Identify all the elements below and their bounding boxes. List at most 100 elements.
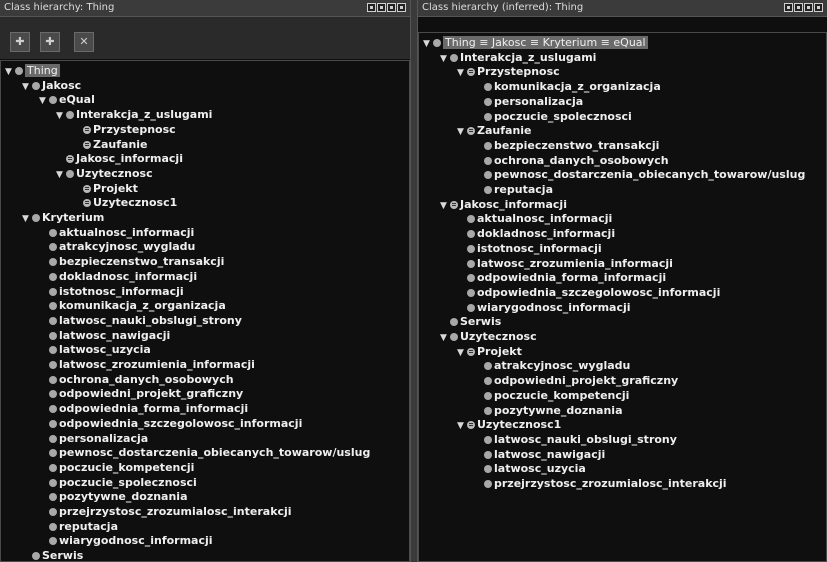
tree-node[interactable]: latwosc_nauki_obslugi_strony [39,313,242,328]
close-icon[interactable] [397,3,406,12]
tree-node[interactable]: ▼ Projekt [457,344,522,359]
tree-node[interactable]: latwosc_nawigacji [39,328,170,343]
tree-node[interactable]: pewnosc_dostarczenia_obiecanych_towarow/… [474,167,805,182]
tree-node[interactable]: latwosc_nawigacji [474,447,605,462]
tree-node[interactable]: przejrzystosc_zrozumialosc_interakcji [474,476,727,491]
tree-node[interactable]: Uzytecznosc1 [73,195,177,210]
expand-arrow-icon[interactable]: ▼ [457,125,467,140]
expand-arrow-icon[interactable]: ▼ [440,199,450,214]
tree-node[interactable]: bezpieczenstwo_transakcji [39,254,224,269]
class-label: odpowiednia_szczegolowosc_informacji [59,416,303,430]
tree-node[interactable]: Serwis [22,548,83,561]
float-icon[interactable] [377,3,386,12]
tree-node[interactable]: wiarygodnosc_informacji [39,533,213,548]
expand-arrow-icon[interactable]: ▼ [5,65,15,80]
expand-arrow-icon[interactable]: ▼ [440,331,450,346]
tree-node[interactable]: wiarygodnosc_informacji [457,300,631,315]
tree-node[interactable]: poczucie_kompetencji [39,460,194,475]
tree-node[interactable]: aktualnosc_informacji [39,225,194,240]
tree-node[interactable]: atrakcyjnosc_wygladu [39,239,195,254]
tree-node[interactable]: ▼ Przystepnosc [457,64,560,79]
expand-arrow-icon[interactable]: ▼ [22,212,32,227]
tree-node[interactable]: ▼ Kryterium [22,210,104,225]
tree-node[interactable]: ▼ Uzytecznosc [440,329,537,344]
maximize-icon[interactable] [804,3,813,12]
view-icon[interactable] [784,3,793,12]
tree-node[interactable]: personalizacja [474,94,583,109]
tree-node[interactable]: Przystepnosc [73,122,176,137]
class-label: reputacja [59,519,118,533]
tree-node[interactable]: bezpieczenstwo_transakcji [474,138,659,153]
panel-splitter[interactable] [410,0,418,562]
tree-node[interactable]: latwosc_zrozumienia_informacji [457,256,673,271]
tree-node[interactable]: latwosc_uzycia [39,342,151,357]
tree-node[interactable]: ochrona_danych_osobowych [474,153,669,168]
tree-node[interactable]: pewnosc_dostarczenia_obiecanych_towarow/… [39,445,370,460]
close-icon[interactable] [814,3,823,12]
tree-node[interactable]: ▼ Interakcja_z_uslugami [440,50,596,65]
tree-node[interactable]: aktualnosc_informacji [457,211,612,226]
tree-node[interactable]: odpowiednia_szczegolowosc_informacji [39,416,302,431]
tree-node[interactable]: ▼ Thing ≡ Jakosc ≡ Kryterium ≡ eQual [423,35,648,50]
maximize-icon[interactable] [387,3,396,12]
tree-node[interactable]: Zaufanie [73,137,148,152]
tree-node[interactable]: ▼ Thing [5,63,60,78]
tree-node[interactable]: dokladnosc_informacji [457,226,615,241]
tree-node[interactable]: Projekt [73,181,138,196]
tree-node[interactable]: latwosc_uzycia [474,461,586,476]
tree-node[interactable]: reputacja [39,519,118,534]
tree-node[interactable]: atrakcyjnosc_wygladu [474,358,630,373]
expand-arrow-icon[interactable]: ▼ [423,37,433,52]
class-icon [49,258,57,267]
tree-node[interactable]: latwosc_zrozumienia_informacji [39,357,255,372]
float-icon[interactable] [794,3,803,12]
tree-node[interactable]: ▼ Uzytecznosc [56,166,153,181]
tree-node[interactable]: pozytywne_doznania [39,489,188,504]
expand-arrow-icon[interactable]: ▼ [39,94,49,109]
tree-node[interactable]: przejrzystosc_zrozumialosc_interakcji [39,504,292,519]
tree-node[interactable]: latwosc_nauki_obslugi_strony [474,432,677,447]
tree-node[interactable]: ▼ Jakosc_informacji [440,197,567,212]
class-label: personalizacja [59,431,149,445]
tree-node[interactable]: dokladnosc_informacji [39,269,197,284]
tree-node[interactable]: poczucie_spolecznosci [39,475,197,490]
tree-node[interactable]: komunikacja_z_organizacja [474,79,661,94]
inferred-class-tree[interactable]: ▼ Thing ≡ Jakosc ≡ Kryterium ≡ eQual ▼ Inte… [418,32,827,562]
expand-arrow-icon[interactable]: ▼ [56,168,66,183]
tree-node[interactable]: poczucie_spolecznosci [474,109,632,124]
tree-node[interactable]: Serwis [440,314,501,329]
class-icon [467,288,475,297]
tree-node[interactable]: istotnosc_informacji [457,241,602,256]
tree-node[interactable]: ▼ eQual [39,92,95,107]
expand-arrow-icon[interactable]: ▼ [440,52,450,67]
tree-node[interactable]: odpowiednia_szczegolowosc_informacji [457,285,720,300]
tree-node[interactable]: odpowiednia_forma_informacji [39,401,248,416]
tree-node[interactable]: Jakosc_informacji [56,151,183,166]
tree-node[interactable]: istotnosc_informacji [39,284,184,299]
expand-arrow-icon[interactable]: ▼ [457,66,467,81]
tree-node[interactable]: poczucie_kompetencji [474,388,629,403]
asserted-class-tree[interactable]: ▼ Thing ▼ Jakosc ▼ eQual ▼ Interakcja_z_uslugam… [0,60,410,562]
class-icon [484,141,492,150]
tree-node[interactable]: odpowiednia_forma_informacji [457,270,666,285]
tree-node[interactable]: odpowiedni_projekt_graficzny [39,386,243,401]
tree-node[interactable]: ▼ Jakosc [22,78,81,93]
tree-node[interactable]: komunikacja_z_organizacja [39,298,226,313]
tree-node[interactable]: personalizacja [39,431,148,446]
expand-arrow-icon[interactable]: ▼ [56,109,66,124]
expand-arrow-icon[interactable]: ▼ [457,346,467,361]
tree-node[interactable]: ▼ Interakcja_z_uslugami [56,107,212,122]
expand-arrow-icon[interactable]: ▼ [22,80,32,95]
tree-node[interactable]: pozytywne_doznania [474,403,623,418]
tree-node[interactable]: ▼ Zaufanie [457,123,532,138]
class-icon [49,316,57,325]
tree-node[interactable]: ▼ Uzytecznosc1 [457,417,561,432]
view-icon[interactable] [367,3,376,12]
add-subclass-button[interactable]: ✚ [10,32,30,52]
tree-node[interactable]: reputacja [474,182,553,197]
delete-class-button[interactable]: ✕ [74,32,94,52]
tree-node[interactable]: ochrona_danych_osobowych [39,372,234,387]
tree-node[interactable]: odpowiedni_projekt_graficzny [474,373,678,388]
expand-arrow-icon[interactable]: ▼ [457,419,467,434]
add-sibling-button[interactable]: ✚ [40,32,60,52]
